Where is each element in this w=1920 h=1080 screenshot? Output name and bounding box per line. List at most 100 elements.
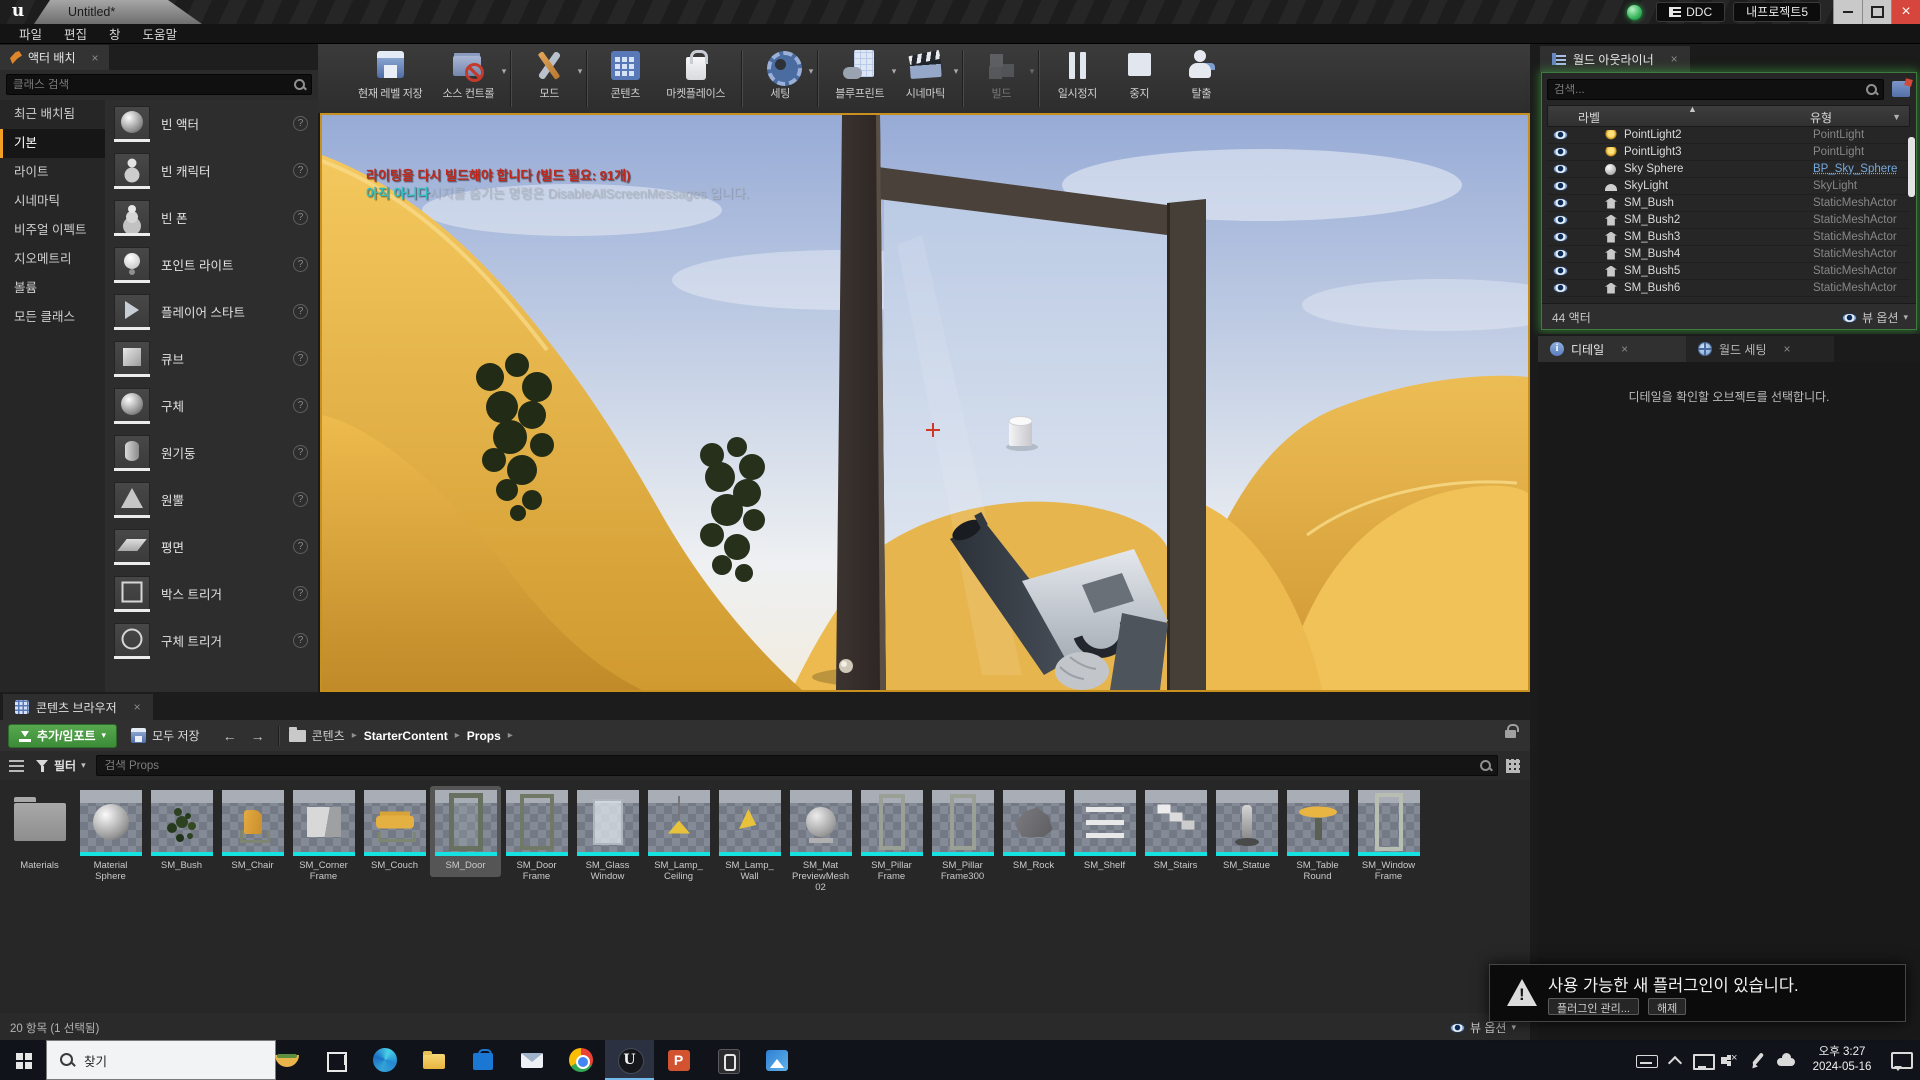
- asset-tile[interactable]: SM_Glass Window: [572, 786, 643, 888]
- menu-item[interactable]: 편집: [53, 24, 98, 43]
- forward-button[interactable]: →: [244, 728, 272, 744]
- asset-tile[interactable]: SM_Stairs: [1140, 786, 1211, 877]
- taskbar-app[interactable]: [703, 1040, 752, 1080]
- help-icon[interactable]: [293, 445, 308, 460]
- asset-search-input[interactable]: [97, 760, 1479, 772]
- help-icon[interactable]: [293, 304, 308, 319]
- category-item[interactable]: 비주얼 이펙트: [0, 216, 105, 245]
- level-tab[interactable]: Untitled*: [34, 0, 202, 24]
- manage-plugins-button[interactable]: 플러그인 관리...: [1548, 998, 1639, 1015]
- outliner-row[interactable]: SM_Bush6 StaticMeshActor: [1547, 280, 1910, 297]
- visibility-eye-icon[interactable]: [1553, 283, 1568, 293]
- outliner-search-box[interactable]: [1547, 79, 1884, 100]
- column-label[interactable]: 라벨: [1578, 109, 1600, 126]
- outliner-header[interactable]: 라벨 ▲ 유형 ▼: [1547, 105, 1910, 127]
- ddc-button[interactable]: DDC: [1656, 2, 1725, 22]
- outliner-row[interactable]: SM_Bush5 StaticMeshActor: [1547, 263, 1910, 280]
- action-center-icon[interactable]: [1888, 1048, 1914, 1072]
- category-item[interactable]: 최근 배치됨: [0, 100, 105, 129]
- toolbar-button-blueprints[interactable]: 블루프린트: [825, 44, 894, 113]
- back-button[interactable]: ←: [216, 728, 244, 744]
- help-icon[interactable]: [293, 210, 308, 225]
- visibility-eye-icon[interactable]: [1553, 215, 1568, 225]
- taskbar-app[interactable]: [507, 1040, 556, 1080]
- toolbar-button-marketplace[interactable]: 마켓플레이스: [656, 44, 735, 113]
- chevron-down-icon[interactable]: [809, 66, 814, 77]
- asset-tile[interactable]: SM_Rock: [998, 786, 1069, 877]
- minimize-button[interactable]: [1833, 0, 1862, 24]
- actor-item[interactable]: 포인트 라이트: [105, 241, 318, 288]
- asset-tile[interactable]: SM_Shelf: [1069, 786, 1140, 877]
- tab-content-browser[interactable]: 콘텐츠 브라우저: [3, 694, 153, 720]
- help-icon[interactable]: [293, 163, 308, 178]
- visibility-eye-icon[interactable]: [1553, 249, 1568, 259]
- actor-item[interactable]: 구체 트리거: [105, 617, 318, 664]
- view-options-button[interactable]: 뷰 옵션: [1842, 309, 1908, 326]
- sort-ascending-icon[interactable]: ▲: [1688, 104, 1697, 114]
- tray-icon[interactable]: [1746, 1048, 1770, 1072]
- maximize-button[interactable]: [1862, 0, 1891, 24]
- save-all-button[interactable]: 모두 저장: [131, 727, 200, 744]
- actor-item[interactable]: 박스 트리거: [105, 570, 318, 617]
- actor-item[interactable]: 큐브: [105, 335, 318, 382]
- tray-icon[interactable]: [1634, 1048, 1658, 1072]
- outliner-row[interactable]: SM_Bush2 StaticMeshActor: [1547, 212, 1910, 229]
- tray-icon[interactable]: [1774, 1048, 1798, 1072]
- asset-tile[interactable]: SM_Window Frame: [1353, 786, 1424, 888]
- filter-button[interactable]: 필터: [36, 757, 86, 774]
- asset-tile[interactable]: SM_Door: [430, 786, 501, 877]
- asset-tile[interactable]: SM_Lamp_ Ceiling: [643, 786, 714, 888]
- taskbar-app[interactable]: [752, 1040, 801, 1080]
- toolbar-button-stop[interactable]: 중지: [1108, 44, 1170, 113]
- lock-icon[interactable]: [1505, 730, 1516, 738]
- toolbar-button-settings[interactable]: 세팅: [749, 44, 811, 113]
- asset-tile[interactable]: SM_Door Frame: [501, 786, 572, 888]
- taskbar-app[interactable]: [556, 1040, 605, 1080]
- category-item[interactable]: 볼륨: [0, 274, 105, 303]
- taskbar-search-box[interactable]: 찾기: [46, 1040, 276, 1080]
- taskbar-app[interactable]: [311, 1040, 360, 1080]
- actor-item[interactable]: 원뿔: [105, 476, 318, 523]
- scrollbar[interactable]: [1908, 137, 1915, 197]
- asset-tile[interactable]: Material Sphere: [75, 786, 146, 888]
- close-icon[interactable]: [1784, 342, 1791, 356]
- close-button[interactable]: [1891, 0, 1920, 24]
- outliner-row[interactable]: SkyLight SkyLight: [1547, 178, 1910, 195]
- outliner-row[interactable]: SM_Bush3 StaticMeshActor: [1547, 229, 1910, 246]
- menu-item[interactable]: 창: [98, 24, 132, 43]
- toolbar-button-modes[interactable]: 모드: [518, 44, 580, 113]
- help-icon[interactable]: [293, 539, 308, 554]
- visibility-eye-icon[interactable]: [1553, 164, 1568, 174]
- category-item[interactable]: 지오메트리: [0, 245, 105, 274]
- asset-tile[interactable]: SM_Corner Frame: [288, 786, 359, 888]
- tab-place-actors[interactable]: 액터 배치: [0, 45, 109, 70]
- visibility-eye-icon[interactable]: [1553, 266, 1568, 276]
- actor-item[interactable]: 빈 캐릭터: [105, 147, 318, 194]
- asset-tile[interactable]: Materials: [4, 786, 75, 877]
- help-icon[interactable]: [293, 116, 308, 131]
- help-icon[interactable]: [293, 492, 308, 507]
- asset-tile[interactable]: SM_Couch: [359, 786, 430, 877]
- help-icon[interactable]: [293, 398, 308, 413]
- outliner-row[interactable]: PointLight3 PointLight: [1547, 144, 1910, 161]
- outliner-search-input[interactable]: [1548, 84, 1865, 96]
- help-icon[interactable]: [293, 633, 308, 648]
- close-icon[interactable]: [1671, 52, 1678, 66]
- taskbar-app[interactable]: [262, 1040, 311, 1080]
- help-icon[interactable]: [293, 586, 308, 601]
- help-icon[interactable]: [293, 257, 308, 272]
- add-import-button[interactable]: 추가/임포트: [8, 724, 117, 748]
- close-icon[interactable]: [1621, 342, 1628, 356]
- visibility-eye-icon[interactable]: [1553, 147, 1568, 157]
- breadcrumb-segment[interactable]: StarterContent: [364, 729, 467, 743]
- type-filter-icon[interactable]: ▼: [1892, 112, 1901, 122]
- tray-icon[interactable]: [1690, 1048, 1714, 1072]
- taskbar-app[interactable]: [605, 1040, 654, 1080]
- class-search-input[interactable]: [7, 79, 293, 91]
- chevron-down-icon[interactable]: [578, 66, 583, 77]
- project-button[interactable]: 내프로젝트5: [1733, 2, 1821, 22]
- outliner-row[interactable]: Sky Sphere BP_Sky_Sphere: [1547, 161, 1910, 178]
- category-item[interactable]: 모든 클래스: [0, 303, 105, 332]
- breadcrumb-segment[interactable]: Props: [467, 729, 520, 743]
- asset-tile[interactable]: SM_Lamp_ Wall: [714, 786, 785, 888]
